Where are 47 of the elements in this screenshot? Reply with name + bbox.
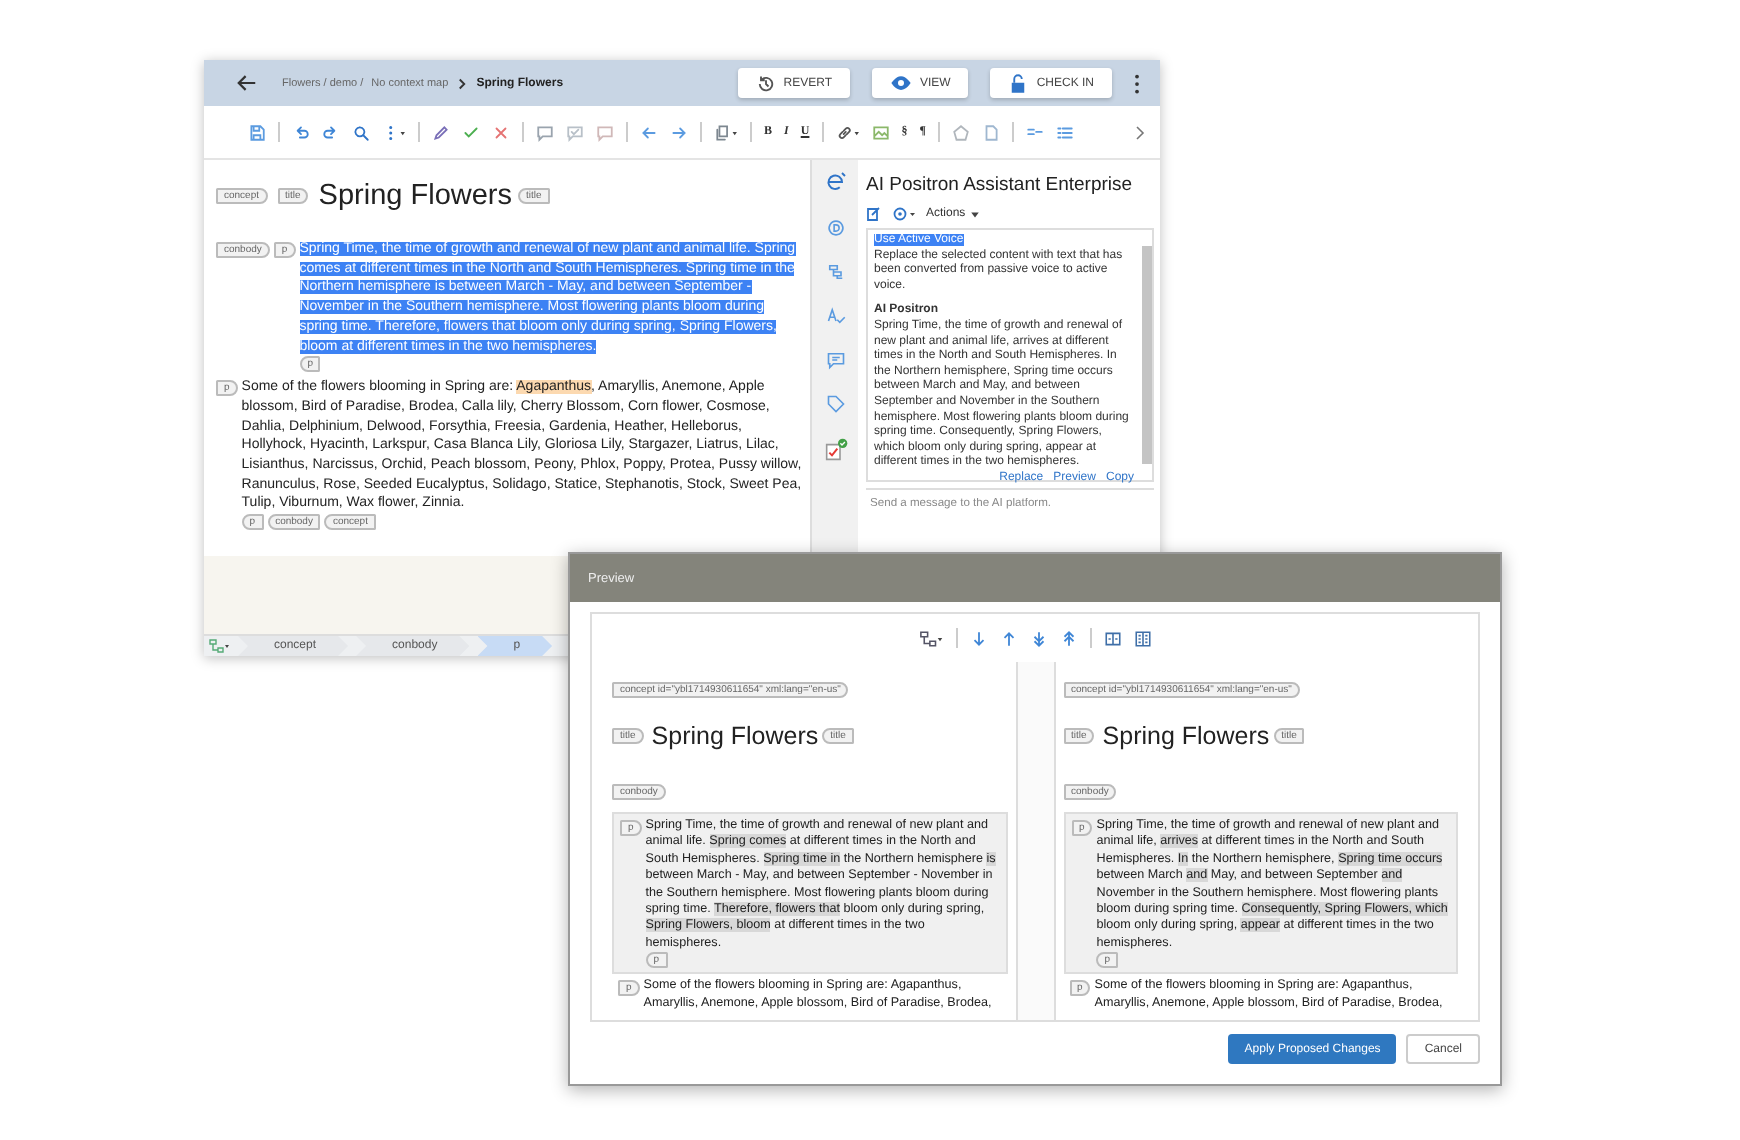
edit-icon[interactable] xyxy=(432,123,450,141)
edit-icon[interactable] xyxy=(866,206,882,222)
panel-icon[interactable] xyxy=(1134,629,1152,647)
topic-title: Spring Flowers xyxy=(1102,722,1270,750)
panel-icon[interactable] xyxy=(1104,629,1122,647)
copy-icon[interactable] xyxy=(714,123,738,141)
panel-title: AI Positron Assistant Enterprise xyxy=(866,172,1135,200)
check-icon[interactable] xyxy=(462,123,480,141)
settings-icon[interactable] xyxy=(892,206,916,222)
document-icon[interactable] xyxy=(981,123,1000,141)
logo-icon[interactable] xyxy=(823,170,847,194)
comment-icon[interactable] xyxy=(596,123,614,141)
more-icon[interactable] xyxy=(1134,73,1140,93)
comment-icon[interactable] xyxy=(536,123,554,141)
eye-icon xyxy=(889,72,912,94)
shape-icon[interactable] xyxy=(951,123,970,141)
back-arrow-icon[interactable] xyxy=(236,72,258,94)
spellcheck-icon[interactable] xyxy=(825,306,845,326)
revert-icon xyxy=(755,73,776,93)
comment-icon[interactable] xyxy=(825,350,845,370)
link-icon[interactable] xyxy=(835,123,860,141)
indent-icon[interactable] xyxy=(1025,123,1044,141)
undo-icon[interactable] xyxy=(292,123,310,141)
topic-title: Spring Flowers xyxy=(651,722,819,750)
chevron-right-icon[interactable] xyxy=(1132,123,1148,141)
scrollbar[interactable] xyxy=(1142,246,1152,464)
arrow-down-icon[interactable] xyxy=(970,629,988,647)
double-arrow-up-icon[interactable] xyxy=(1060,629,1078,647)
arrow-right-icon[interactable] xyxy=(670,123,688,141)
lock-icon xyxy=(1008,73,1029,93)
topic-title: Spring Flowers xyxy=(318,180,512,212)
layers-icon[interactable] xyxy=(825,262,845,282)
redo-icon[interactable] xyxy=(322,123,340,141)
caret-icon xyxy=(969,209,980,219)
list-icon[interactable] xyxy=(1055,123,1074,141)
checklist-icon[interactable] xyxy=(823,438,847,462)
cross-icon[interactable] xyxy=(492,123,510,141)
save-icon[interactable] xyxy=(248,123,266,141)
tag-icon[interactable] xyxy=(825,394,845,414)
double-arrow-down-icon[interactable] xyxy=(1030,629,1048,647)
arrow-left-icon[interactable] xyxy=(640,123,658,141)
arrow-up-icon[interactable] xyxy=(1000,629,1018,647)
comment-icon[interactable] xyxy=(566,123,584,141)
search-icon[interactable] xyxy=(352,123,370,141)
tree-icon[interactable] xyxy=(918,629,944,647)
chevron-right-icon xyxy=(456,77,469,89)
image-icon[interactable] xyxy=(871,123,890,141)
